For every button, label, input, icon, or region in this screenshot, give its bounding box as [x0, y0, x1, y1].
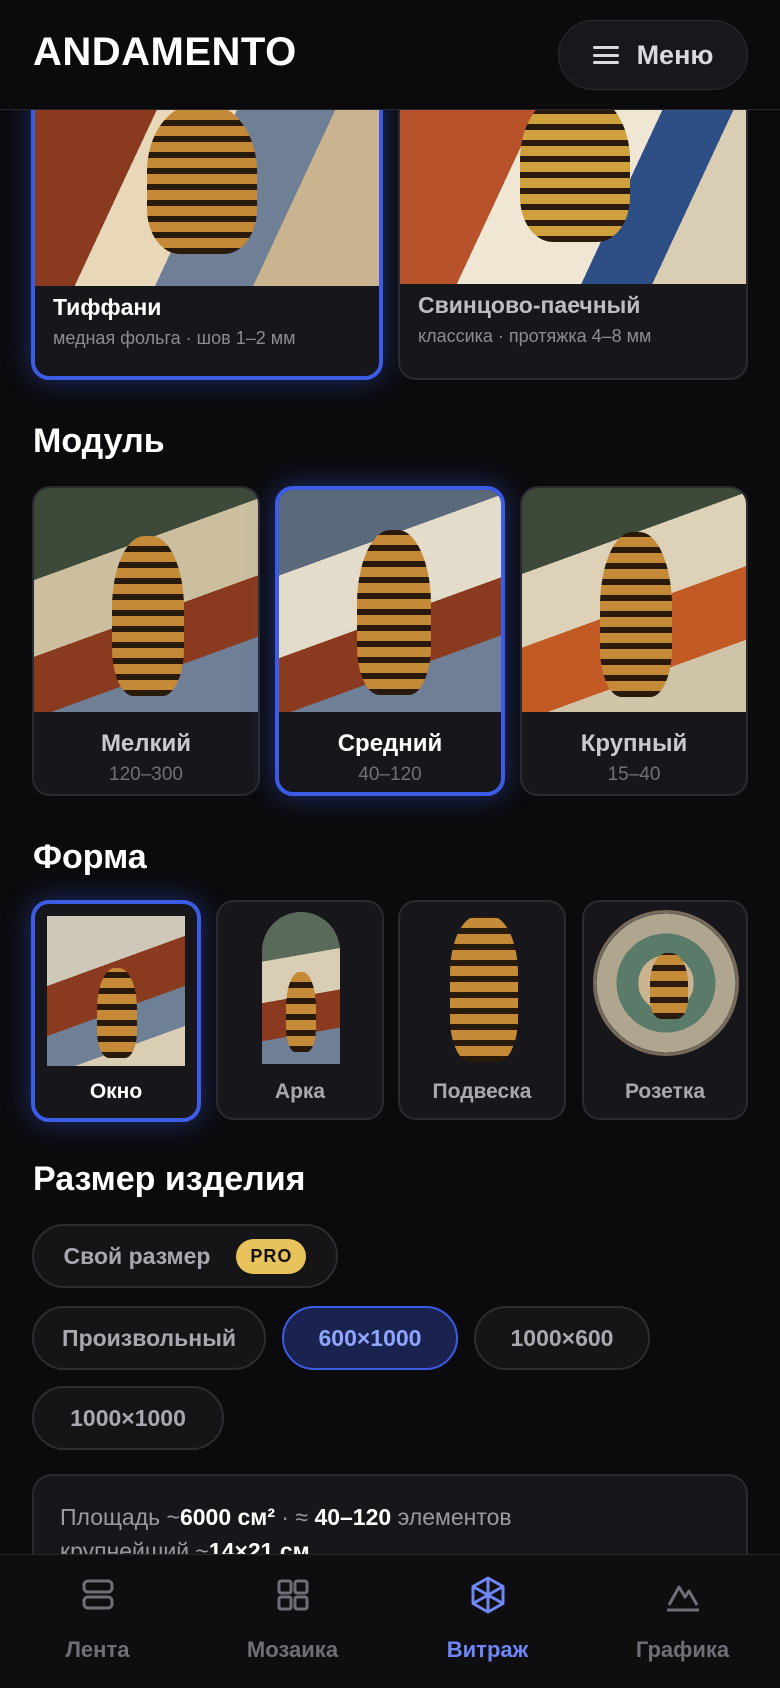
nav-label: Лента — [65, 1637, 130, 1662]
module-small-image — [34, 488, 258, 712]
module-name: Мелкий — [100, 730, 192, 757]
style-option-tiffany[interactable]: Тиффани медная фольга · шов 1–2 мм — [31, 110, 383, 380]
module-option-medium[interactable]: Средний 40–120 — [275, 486, 505, 796]
nav-item-graphics[interactable]: Графика — [585, 1555, 780, 1688]
module-range: 15–40 — [607, 764, 661, 785]
shape-name: Окно — [89, 1080, 143, 1103]
app-header: ANDAMENTO Меню — [0, 0, 780, 110]
element-count: 40–120 — [314, 1504, 392, 1530]
style-subtitle: классика · протяжка 4–8 мм — [418, 326, 652, 346]
module-option-large[interactable]: Крупный 15–40 — [520, 486, 748, 796]
largest-line: крупнейший ~14×21 см — [60, 1538, 310, 1554]
module-option-small[interactable]: Мелкий 120–300 — [32, 486, 260, 796]
brand-logo[interactable]: ANDAMENTO — [33, 30, 297, 75]
shape-option-pendant[interactable]: Подвеска — [398, 900, 566, 1120]
shape-name: Подвеска — [432, 1080, 532, 1103]
module-section-title: Модуль — [33, 422, 165, 460]
shape-window-image — [47, 916, 185, 1066]
custom-size-label: Свой размер — [63, 1242, 211, 1269]
menu-button[interactable]: Меню — [558, 20, 748, 90]
module-name: Средний — [337, 730, 443, 757]
area-value: 6000 см² — [179, 1504, 275, 1530]
nav-label: Мозаика — [246, 1637, 339, 1662]
grid-icon — [277, 1579, 308, 1611]
nav-label: Витраж — [446, 1637, 529, 1662]
style-lead-image — [400, 110, 746, 284]
nav-item-stained-glass[interactable]: Витраж — [390, 1555, 585, 1688]
size-chip-600x1000[interactable]: 600×1000 — [282, 1306, 458, 1370]
feed-icon — [82, 1579, 113, 1610]
custom-size-chip[interactable]: Свой размер PRO — [32, 1224, 338, 1288]
stained-glass-icon — [471, 1576, 504, 1614]
size-chip-1000x1000[interactable]: 1000×1000 — [32, 1386, 224, 1450]
largest-value: 14×21 см — [208, 1538, 310, 1554]
menu-label: Меню — [636, 39, 714, 70]
shape-arch-image — [262, 912, 340, 1064]
module-range: 120–300 — [109, 764, 183, 785]
mountain-icon — [666, 1585, 699, 1612]
pro-badge: PRO — [236, 1238, 307, 1274]
style-tiffany-image — [35, 110, 379, 286]
shape-option-rosette[interactable]: Розетка — [582, 900, 748, 1120]
nav-item-mosaic[interactable]: Мозаика — [195, 1555, 390, 1688]
size-chip-arbitrary[interactable]: Произвольный — [32, 1306, 266, 1370]
shape-name: Арка — [274, 1080, 326, 1103]
module-name: Крупный — [580, 730, 688, 757]
module-medium-image — [279, 490, 501, 712]
module-large-image — [522, 488, 746, 712]
shape-pendant-image — [436, 910, 532, 1066]
nav-item-feed[interactable]: Лента — [0, 1555, 195, 1688]
style-subtitle: медная фольга · шов 1–2 мм — [53, 328, 296, 348]
nav-label: Графика — [635, 1637, 730, 1662]
size-chip-1000x600[interactable]: 1000×600 — [474, 1306, 650, 1370]
style-title: Тиффани — [53, 294, 162, 320]
bottom-navigation: Лента Мозаика Витраж Графика — [0, 1554, 780, 1688]
module-range: 40–120 — [358, 764, 422, 785]
style-title: Свинцово-паечный — [418, 292, 641, 318]
hamburger-icon — [592, 46, 619, 64]
shape-option-arch[interactable]: Арка — [216, 900, 384, 1120]
shape-rosette-image — [593, 910, 739, 1056]
style-option-lead[interactable]: Свинцово-паечный классика · протяжка 4–8… — [398, 110, 748, 380]
scroll-content[interactable]: Тиффани медная фольга · шов 1–2 мм Свинц… — [0, 110, 780, 1554]
area-line: Площадь ~6000 см² · ≈ 40–120 элементов — [60, 1504, 512, 1530]
shape-section-title: Форма — [33, 838, 147, 876]
size-section-title: Размер изделия — [33, 1160, 306, 1198]
shape-name: Розетка — [624, 1080, 706, 1103]
shape-option-window[interactable]: Окно — [31, 900, 201, 1122]
size-info-panel: Площадь ~6000 см² · ≈ 40–120 элементов к… — [32, 1474, 748, 1554]
